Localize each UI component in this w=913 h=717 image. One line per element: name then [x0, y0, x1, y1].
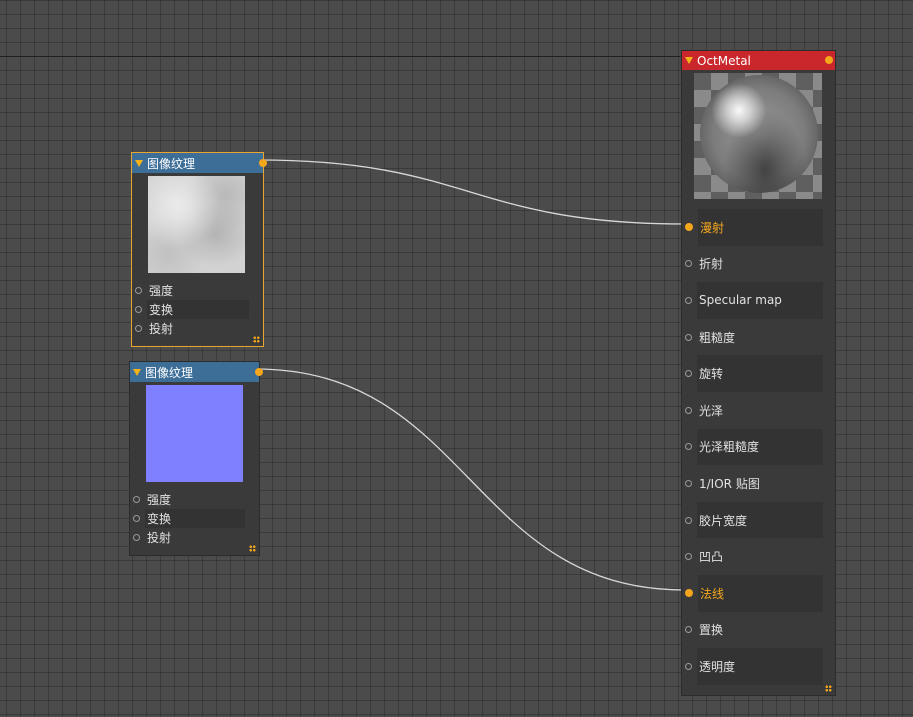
canvas-divider-line	[0, 56, 680, 57]
octmetal-material-node[interactable]: OctMetal 漫射折射 Specular map 粗糙度旋转光泽光泽粗糙度 1/I…	[681, 50, 836, 696]
input-label: 变换	[147, 300, 249, 319]
preview-sphere	[700, 75, 818, 193]
texture-preview	[148, 176, 245, 273]
input-label: Specular map	[697, 282, 823, 319]
input-row[interactable]: 光泽粗糙度	[682, 428, 835, 466]
input-port[interactable]	[685, 443, 692, 451]
input-label: 光泽粗糙度	[697, 428, 823, 466]
input-port[interactable]	[685, 260, 692, 268]
input-label: 置换	[699, 623, 724, 638]
node-title: 图像纹理	[145, 365, 194, 380]
input-label: 强度	[149, 284, 174, 298]
wire-tex2-to-normal	[254, 368, 686, 591]
input-label: 投射	[149, 322, 174, 336]
image-texture-node-1[interactable]: 图像纹理 强度 变换 投射	[131, 152, 267, 347]
node-header[interactable]: 图像纹理	[132, 153, 267, 173]
input-row[interactable]: 置换	[682, 612, 835, 649]
input-row[interactable]: 凹凸	[682, 538, 835, 575]
input-row[interactable]: 光泽	[682, 392, 835, 429]
resize-grip-icon[interactable]	[249, 545, 256, 552]
input-row-projection[interactable]: 投射	[132, 319, 263, 338]
image-texture-node-2[interactable]: 图像纹理 强度 变换 投射	[129, 361, 263, 556]
input-row-transform[interactable]: 变换	[130, 509, 259, 528]
input-label: 折射	[699, 257, 724, 272]
node-header[interactable]: 图像纹理	[130, 362, 263, 382]
output-port[interactable]	[825, 56, 833, 64]
input-label: 漫射	[698, 209, 823, 246]
input-label: 1/IOR 贴图	[699, 476, 760, 491]
input-row-projection[interactable]: 投射	[130, 528, 259, 547]
input-label: 光泽	[699, 403, 724, 418]
input-port[interactable]	[685, 406, 692, 414]
input-row[interactable]: 漫射	[682, 209, 835, 246]
input-row[interactable]: Specular map	[682, 282, 835, 319]
node-header[interactable]: OctMetal	[682, 51, 835, 70]
collapse-triangle-icon[interactable]	[685, 57, 693, 64]
input-port[interactable]	[135, 287, 142, 294]
input-port[interactable]	[685, 296, 692, 304]
input-label: 旋转	[697, 355, 823, 392]
wire-tex1-to-diffuse	[257, 159, 686, 225]
input-row-strength[interactable]: 强度	[130, 490, 259, 509]
material-inputs: 漫射折射 Specular map 粗糙度旋转光泽光泽粗糙度 1/IOR 贴图胶片宽度…	[682, 209, 835, 685]
input-port[interactable]	[685, 333, 692, 341]
input-row[interactable]: 胶片宽度	[682, 501, 835, 539]
input-label: 透明度	[697, 648, 823, 685]
input-row[interactable]: 1/IOR 贴图	[682, 465, 835, 502]
input-port[interactable]	[133, 496, 140, 503]
input-port[interactable]	[133, 534, 140, 541]
input-port[interactable]	[685, 553, 692, 561]
input-label: 投射	[147, 531, 172, 545]
input-label: 胶片宽度	[697, 501, 823, 539]
input-label: 粗糙度	[699, 330, 736, 345]
input-row[interactable]: 旋转	[682, 355, 835, 392]
input-port[interactable]	[685, 516, 692, 524]
output-port[interactable]	[255, 368, 263, 376]
input-label: 变换	[145, 509, 245, 528]
input-port[interactable]	[685, 589, 693, 598]
input-row-transform[interactable]: 变换	[132, 300, 263, 319]
input-port[interactable]	[685, 223, 693, 232]
material-preview	[694, 73, 822, 199]
input-row-strength[interactable]: 强度	[132, 281, 263, 300]
node-title: OctMetal	[697, 53, 751, 68]
input-row[interactable]: 粗糙度	[682, 319, 835, 356]
input-port[interactable]	[685, 370, 692, 378]
input-port[interactable]	[135, 306, 142, 313]
input-row[interactable]: 折射	[682, 246, 835, 283]
collapse-triangle-icon[interactable]	[133, 368, 141, 376]
texture-preview	[146, 385, 243, 482]
input-port[interactable]	[685, 626, 692, 634]
input-label: 凹凸	[699, 550, 724, 565]
input-row[interactable]: 法线	[682, 574, 835, 612]
input-port[interactable]	[133, 515, 140, 522]
input-label: 法线	[698, 574, 823, 612]
input-port[interactable]	[685, 662, 692, 670]
input-port[interactable]	[135, 325, 142, 332]
input-label: 强度	[147, 493, 172, 507]
input-row[interactable]: 透明度	[682, 648, 835, 685]
resize-grip-icon[interactable]	[825, 685, 832, 692]
resize-grip-icon[interactable]	[253, 336, 260, 343]
input-port[interactable]	[685, 479, 692, 487]
collapse-triangle-icon[interactable]	[135, 159, 143, 167]
node-title: 图像纹理	[147, 156, 196, 171]
output-port[interactable]	[259, 159, 267, 167]
